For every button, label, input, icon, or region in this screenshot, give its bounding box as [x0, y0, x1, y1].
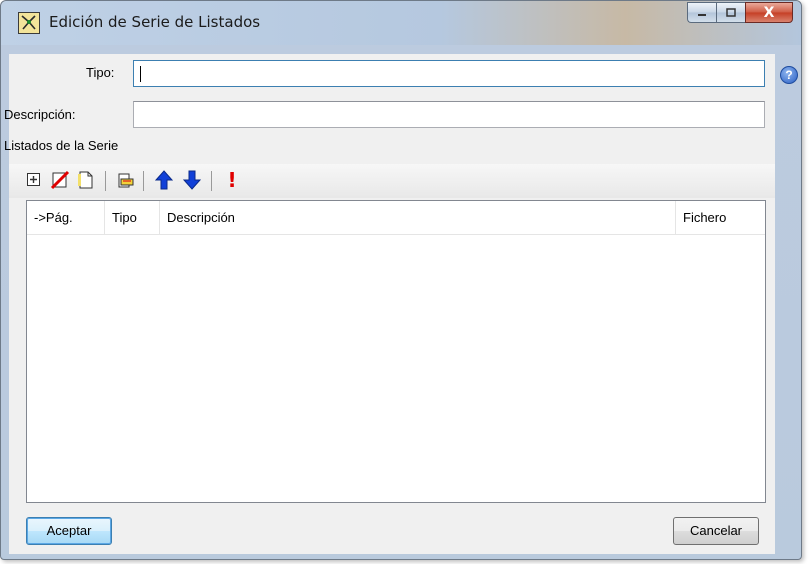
- close-button[interactable]: X: [745, 2, 793, 23]
- listados-table[interactable]: ->Pág. Tipo Descripción Fichero: [26, 200, 766, 503]
- column-header-tipo[interactable]: Tipo: [105, 201, 160, 234]
- error-icon: !: [227, 168, 237, 192]
- maximize-button[interactable]: [716, 2, 745, 23]
- column-header-fichero[interactable]: Fichero: [676, 201, 765, 234]
- dialog-client-area: Tipo: Descripción: Listados de la Serie: [4, 54, 775, 554]
- minimize-button[interactable]: [687, 2, 716, 23]
- error-button[interactable]: !: [221, 168, 243, 192]
- column-header-descripcion[interactable]: Descripción: [160, 201, 676, 234]
- cancel-button[interactable]: Cancelar: [673, 517, 759, 545]
- move-up-button[interactable]: [153, 169, 175, 191]
- dialog-window: Edición de Serie de Listados X ? Tipo: D…: [0, 0, 802, 560]
- table-header: ->Pág. Tipo Descripción Fichero: [27, 201, 765, 235]
- descripcion-label: Descripción:: [4, 107, 76, 122]
- add-icon: [27, 173, 40, 186]
- minimize-icon: [698, 13, 706, 16]
- column-header-pagina[interactable]: ->Pág.: [27, 201, 105, 234]
- app-icon: [18, 12, 40, 34]
- tipo-label: Tipo:: [86, 65, 115, 80]
- move-down-icon: [182, 170, 202, 190]
- open-icon: [118, 173, 134, 188]
- toolbar-separator: [105, 171, 106, 191]
- accept-button[interactable]: Aceptar: [26, 517, 112, 545]
- delete-button[interactable]: [49, 169, 71, 191]
- section-title: Listados de la Serie: [4, 138, 119, 153]
- caption-buttons: X: [687, 2, 793, 23]
- copy-icon: [78, 171, 93, 189]
- window-title: Edición de Serie de Listados: [49, 13, 261, 31]
- add-button[interactable]: [23, 169, 45, 191]
- open-button[interactable]: [115, 169, 137, 191]
- text-caret: [140, 66, 141, 82]
- tipo-input[interactable]: [133, 60, 765, 87]
- maximize-icon: [726, 7, 736, 17]
- copy-button[interactable]: [75, 169, 97, 191]
- descripcion-input[interactable]: [133, 101, 765, 128]
- title-bar[interactable]: Edición de Serie de Listados X: [1, 1, 801, 45]
- help-icon[interactable]: ?: [780, 66, 798, 84]
- list-toolbar: !: [9, 164, 775, 198]
- toolbar-separator: [143, 171, 144, 191]
- move-up-icon: [154, 170, 174, 190]
- close-icon: X: [763, 4, 775, 21]
- delete-icon: [50, 170, 70, 190]
- move-down-button[interactable]: [181, 169, 203, 191]
- toolbar-separator: [211, 171, 212, 191]
